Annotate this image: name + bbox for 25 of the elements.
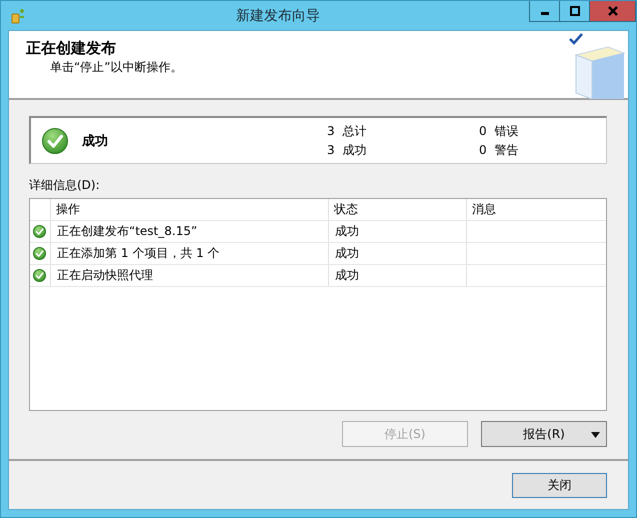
table-cell: 正在启动快照代理 — [51, 265, 329, 286]
column-header[interactable]: 操作 — [51, 199, 329, 220]
table-cell: 正在创建发布“test_8.15” — [51, 221, 329, 242]
count-text: 3 总计 — [327, 124, 366, 138]
page-subtitle: 单击“停止”以中断操作。 — [49, 59, 182, 76]
maximize-icon — [570, 6, 580, 16]
count-text: 0 错误 — [479, 124, 518, 138]
count-text: 3 成功 — [327, 144, 366, 156]
status-text: 成功 — [82, 132, 108, 150]
dropdown-button[interactable]: 报告(R) — [481, 421, 607, 447]
minimize-button[interactable] — [529, 1, 560, 22]
table-cell: 成功 — [329, 243, 467, 264]
close-button[interactable] — [589, 1, 636, 22]
page-title: 正在创建发布 — [26, 39, 117, 58]
table-cell: 成功 — [329, 221, 467, 242]
count-text: 0 警告 — [479, 144, 518, 156]
column-header[interactable]: 状态 — [329, 199, 467, 220]
details-label: 详细信息(D): — [29, 177, 101, 194]
close-icon — [608, 6, 618, 16]
table-cell: 成功 — [329, 265, 467, 286]
table-cell: 正在添加第 1 个项目，共 1 个 — [51, 243, 329, 264]
close-dialog-button[interactable]: 关闭 — [512, 472, 607, 498]
window-title: 新建发布向导 — [235, 6, 321, 24]
column-header[interactable]: 消息 — [467, 199, 606, 220]
app-icon — [10, 8, 26, 24]
